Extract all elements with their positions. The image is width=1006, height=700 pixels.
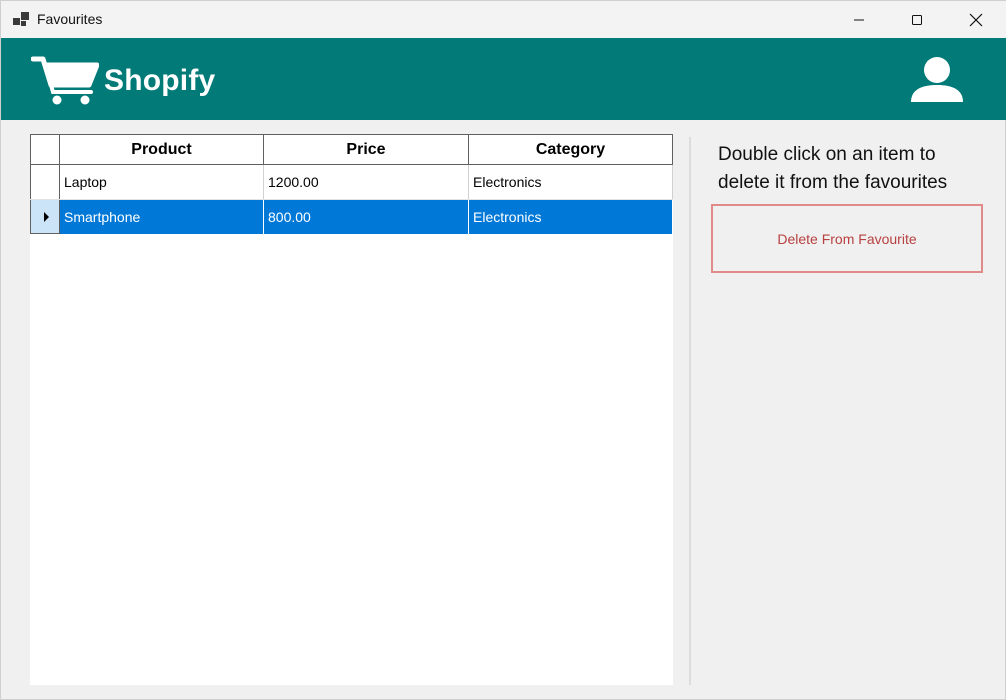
row-header[interactable] [30, 165, 60, 199]
window-title: Favourites [37, 11, 103, 27]
title-bar: Favourites [1, 1, 1006, 38]
table-row-selected[interactable]: Smartphone 800.00 Electronics [30, 200, 673, 234]
row-header-corner [30, 135, 60, 164]
cell-product[interactable]: Laptop [60, 165, 264, 199]
column-header-price[interactable]: Price [264, 135, 469, 164]
delete-from-favourite-button[interactable]: Delete From Favourite [711, 204, 983, 273]
cell-price[interactable]: 800.00 [264, 200, 469, 234]
column-header-product[interactable]: Product [60, 135, 264, 164]
cell-product[interactable]: Smartphone [60, 200, 264, 234]
cell-category[interactable]: Electronics [469, 200, 673, 234]
brand-title: Shopify [104, 64, 216, 97]
favourites-window: Favourites Shopify Product Price Categor… [0, 0, 1006, 700]
minimize-icon [854, 19, 864, 20]
current-row-arrow-icon [43, 211, 49, 222]
column-header-category[interactable]: Category [469, 135, 673, 164]
maximize-button[interactable] [888, 1, 946, 38]
close-icon [969, 13, 983, 26]
favourites-grid[interactable]: Product Price Category Laptop 1200.00 El… [30, 134, 673, 685]
cell-price[interactable]: 1200.00 [264, 165, 469, 199]
app-window-icon [13, 12, 29, 26]
row-header[interactable] [30, 200, 60, 234]
minimize-button[interactable] [830, 1, 888, 38]
grid-header-row: Product Price Category [30, 134, 673, 165]
maximize-icon [912, 14, 922, 25]
panel-separator [689, 137, 691, 685]
shopping-cart-icon [31, 56, 99, 105]
user-profile-icon[interactable] [909, 56, 965, 104]
instructions-label: Double click on an item to delete it fro… [718, 144, 948, 193]
app-header: Shopify [1, 38, 1006, 120]
cell-category[interactable]: Electronics [469, 165, 673, 199]
table-row[interactable]: Laptop 1200.00 Electronics [30, 165, 673, 200]
close-button[interactable] [946, 1, 1006, 38]
